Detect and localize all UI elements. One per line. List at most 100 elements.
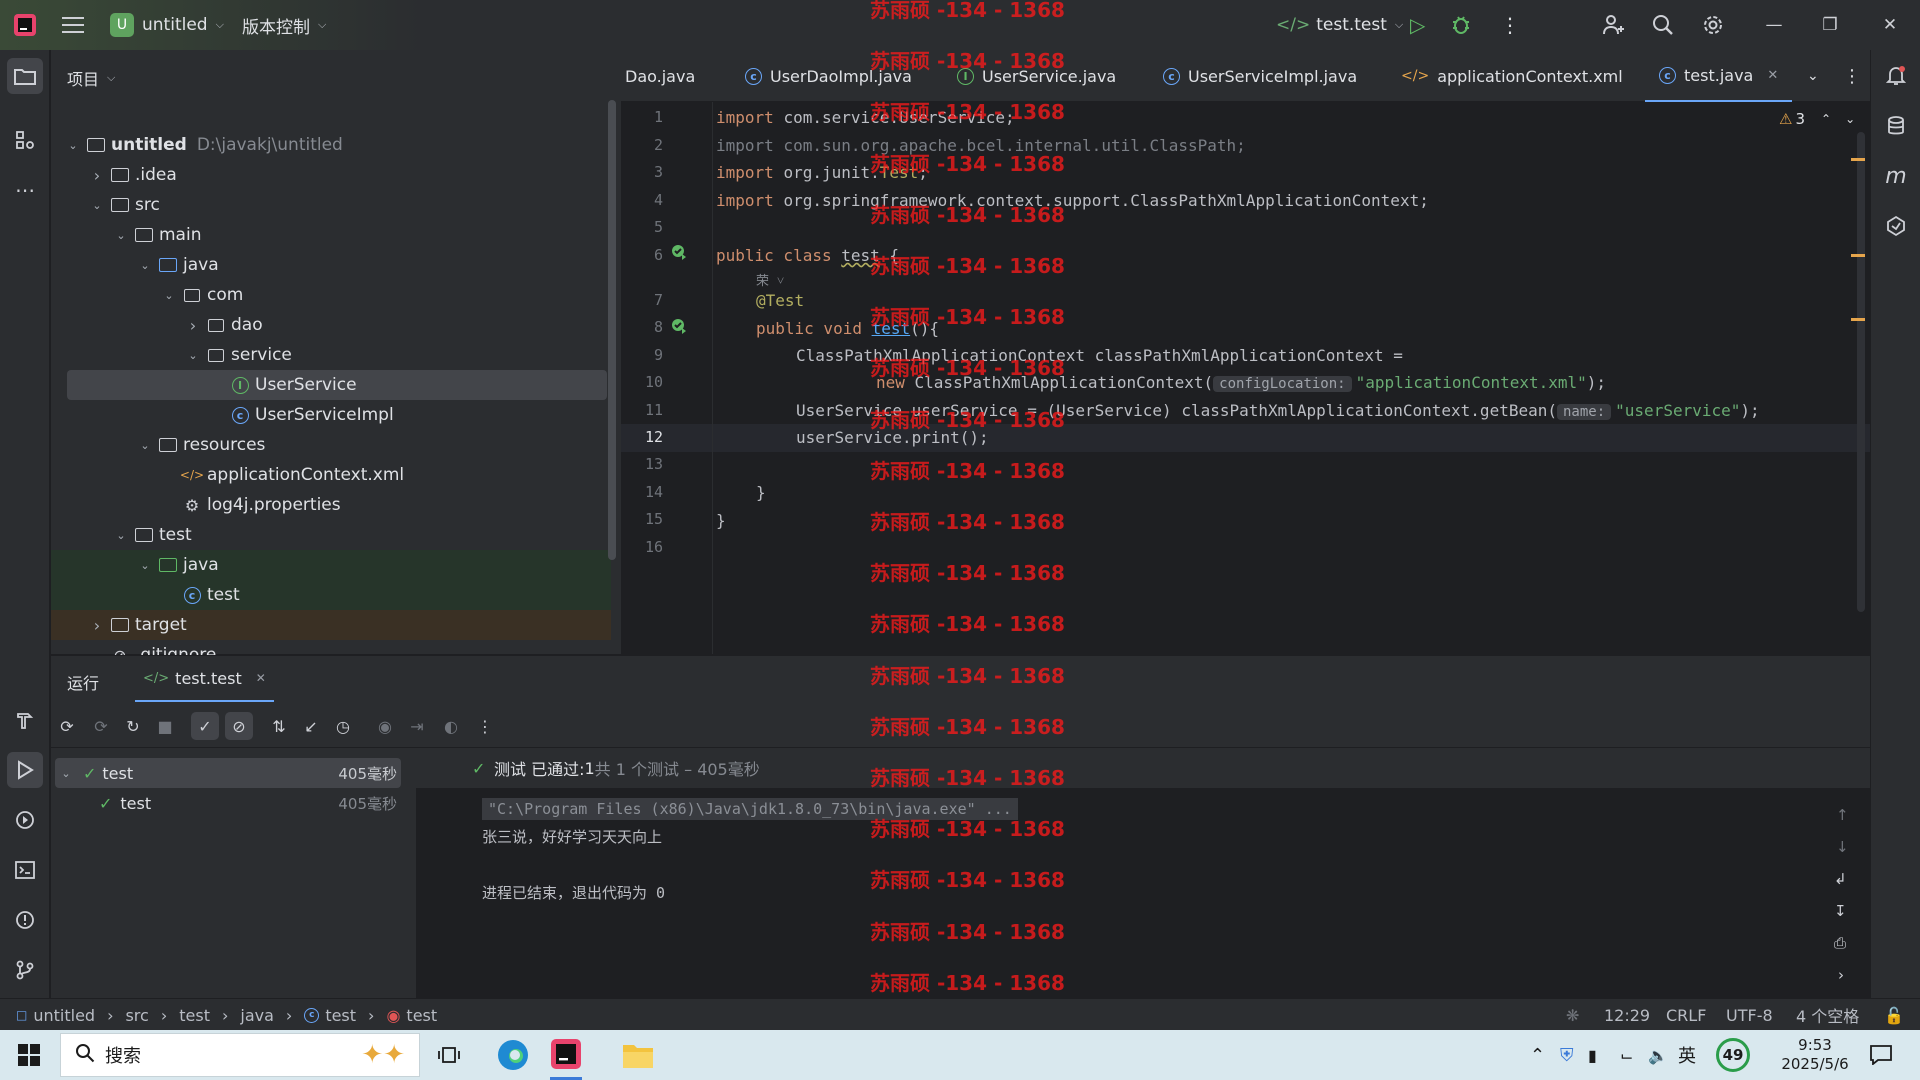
export-icon[interactable]: ⇥ [403,712,431,740]
vcs-menu[interactable]: 版本控制 ⌵ [242,0,326,50]
chevron-down-icon[interactable]: ⌄ [1845,112,1855,126]
windows-start-icon[interactable] [18,1030,40,1080]
tab-dao-java[interactable]: Dao.java [625,50,695,102]
chevron-down-icon[interactable]: ⌄ [161,289,177,302]
console-output[interactable]: "C:\Program Files (x86)\Java\jdk1.8.0_73… [416,788,1870,999]
project-tool-folder-icon[interactable] [7,58,43,94]
breadcrumb-item[interactable]: test [325,1006,356,1025]
tree-item[interactable]: › dao [51,310,611,340]
breadcrumb-item[interactable]: java [240,1006,274,1025]
services-icon[interactable] [7,802,43,838]
tree-item[interactable]: I UserService [67,370,607,400]
test-row[interactable]: ✓ test 405毫秒 [55,788,401,818]
rerun-icon[interactable]: ⟳ [53,712,81,740]
chevron-down-icon[interactable]: ⌄ [137,439,153,452]
defender-shield-icon[interactable]: ⛨ [1560,1030,1574,1080]
file-encoding[interactable]: UTF-8 [1726,999,1773,1031]
toggle-auto-test-icon[interactable]: ↻ [119,712,147,740]
chevron-right-icon[interactable]: › [1838,966,1844,984]
tree-item[interactable]: ⚙ log4j.properties [51,490,611,520]
run-tab-test[interactable]: </> test.test ✕ [135,656,274,702]
maven-icon[interactable]: m [1878,158,1914,194]
chevron-down-icon[interactable]: ⌄ [113,529,129,542]
tabs-dropdown-icon[interactable]: ⌄ [1807,50,1819,102]
project-switcher[interactable]: U untitled ⌵ [110,0,224,50]
show-passed-icon[interactable]: ✓ [191,712,219,740]
run-test-gutter-icon[interactable] [671,318,687,338]
volume-icon[interactable]: 🔈 [1648,1030,1668,1080]
tabs-more-icon[interactable]: ⋮ [1843,50,1861,102]
coverage-icon[interactable]: ◐ [437,712,465,740]
search-icon[interactable] [1652,0,1674,50]
camera-icon[interactable]: ◉ [371,712,399,740]
ai-assistant-icon[interactable] [1878,208,1914,244]
tree-item[interactable]: ⌄ resources [51,430,611,460]
scroll-to-end-icon[interactable]: ↧ [1834,902,1847,920]
chevron-down-icon[interactable]: ⌄ [137,559,153,572]
tree-item[interactable]: c UserServiceImpl [51,400,611,430]
tree-item[interactable]: c test [51,580,611,610]
code-editor[interactable]: 1 2 3 4 5 6 7 8 9 10 11 12 13 14 15 16 import com.servi… [621,102,1870,654]
battery-icon[interactable]: ▮ [1588,1030,1597,1080]
inspection-widget[interactable]: ⚠ 3 ⌃ ⌄ [1779,110,1855,128]
database-icon[interactable] [1878,108,1914,144]
author-inlay-hint[interactable]: 荣 ˅ [756,270,784,289]
tab-test-java[interactable]: c test.java ✕ [1645,50,1793,102]
network-icon[interactable]: ⌙ [1620,1030,1633,1080]
show-ignored-icon[interactable]: ⊘ [225,712,253,740]
ime-indicator[interactable]: 英 [1678,1030,1696,1080]
project-scrollbar[interactable] [608,100,616,560]
warning-marker[interactable] [1851,318,1865,321]
close-tab-icon[interactable]: ✕ [256,671,266,685]
lock-icon[interactable]: 🔓 [1884,999,1904,1031]
more-vertical-icon[interactable]: ⋮ [471,712,499,740]
run-config-selector[interactable]: </> test.test ⌵ [1276,0,1403,50]
weather-badge[interactable]: 49 [1716,1030,1750,1080]
warning-marker[interactable] [1851,158,1865,161]
chevron-right-icon[interactable]: › [185,316,201,335]
chevron-down-icon[interactable]: ⌄ [137,259,153,272]
chevron-down-icon[interactable]: ⌄ [113,229,129,242]
test-row[interactable]: ⌄ ✓ test 405毫秒 [55,758,401,788]
line-separator[interactable]: CRLF [1666,999,1706,1031]
tab-userserviceimpl-java[interactable]: c UserServiceImpl.java [1163,50,1357,102]
chevron-down-icon[interactable]: ⌄ [89,199,105,212]
tree-item[interactable]: ⌄ untitled D:\javakj\untitled [51,130,611,160]
project-panel-header[interactable]: 项目 ⌵ [67,66,115,90]
breadcrumb-item[interactable]: test [406,1006,437,1025]
chevron-right-icon[interactable]: › [89,166,105,185]
breadcrumb-item[interactable]: untitled [33,1006,95,1025]
notification-center-icon[interactable] [1870,1030,1892,1080]
run-tool-icon[interactable] [7,752,43,788]
more-vertical-icon[interactable]: ⋮ [1500,0,1520,50]
soft-wrap-icon[interactable]: ↲ [1834,870,1847,888]
terminal-icon[interactable] [7,852,43,888]
run-test-gutter-icon[interactable] [671,244,687,264]
chevron-right-icon[interactable]: › [89,616,105,635]
run-icon[interactable]: ▷ [1410,0,1425,50]
taskbar-search-input[interactable]: 搜索 ✦✦ [60,1033,420,1077]
edge-browser-icon[interactable] [496,1030,530,1080]
tree-item[interactable]: ⌄ service [51,340,611,370]
rerun-failed-icon[interactable]: ⟳ [87,712,115,740]
more-tools-icon[interactable]: ⋯ [7,172,43,208]
main-menu-icon[interactable] [62,0,84,50]
git-branch-icon[interactable] [7,952,43,988]
tree-item[interactable]: › target [51,610,611,640]
breadcrumb-item[interactable]: src [125,1006,148,1025]
close-icon[interactable]: ✕ [1862,0,1918,50]
print-icon[interactable]: ⎙ [1834,934,1846,952]
editor-scrollbar[interactable] [1857,132,1865,612]
collapse-icon[interactable]: ↙ [297,712,325,740]
chevron-down-icon[interactable]: ⌄ [65,139,81,152]
tree-item[interactable]: ⌄ src [51,190,611,220]
tree-item[interactable]: ⌄ main [51,220,611,250]
tree-item[interactable]: › .idea [51,160,611,190]
caret-position[interactable]: 12:29 [1604,999,1650,1031]
file-explorer-icon[interactable] [622,1030,654,1080]
gear-icon[interactable] [1702,0,1724,50]
notifications-bell-icon[interactable] [1878,58,1914,94]
breadcrumb-item[interactable]: test [179,1006,210,1025]
history-clock-icon[interactable]: ◷ [329,712,357,740]
clock[interactable]: 9:53 2025/5/6 [1770,1030,1860,1080]
